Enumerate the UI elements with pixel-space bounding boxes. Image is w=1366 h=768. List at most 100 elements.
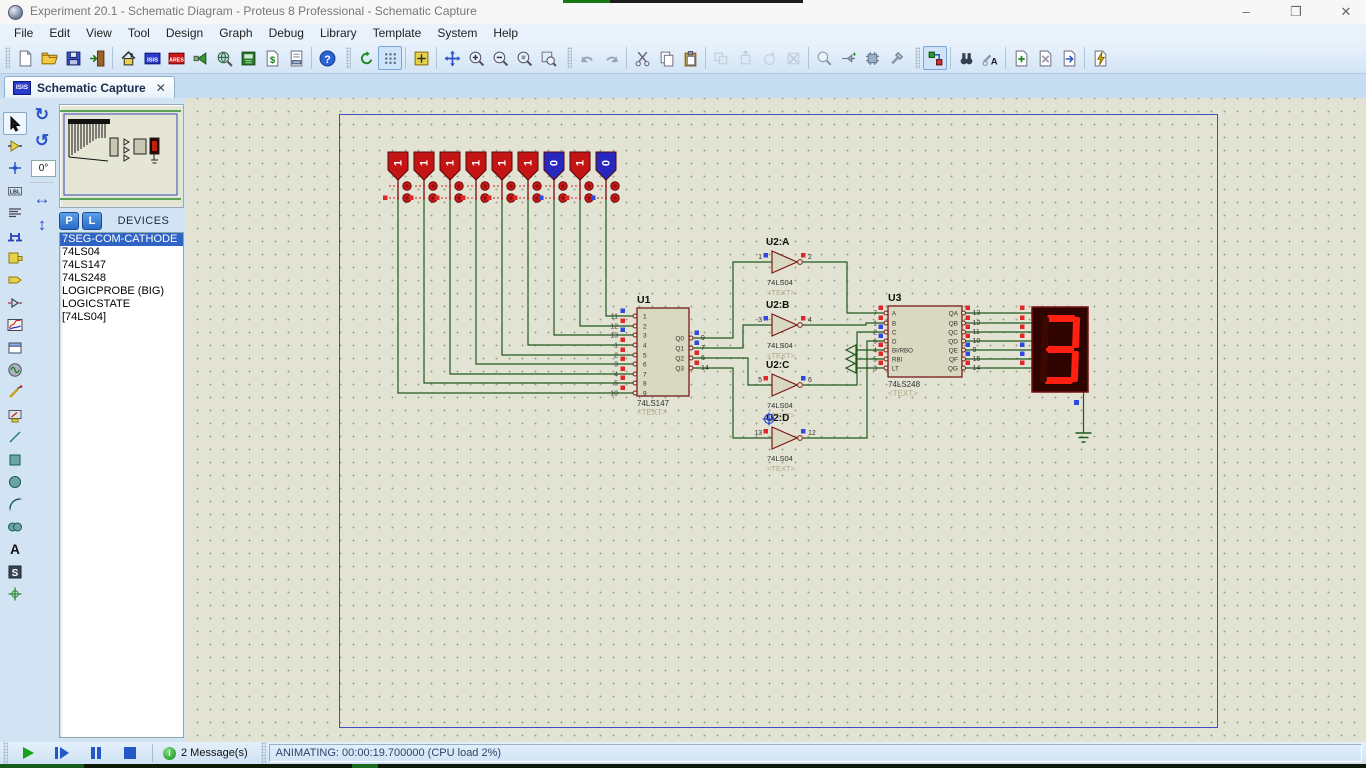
pause-button[interactable] (83, 744, 109, 762)
logic-state-7[interactable]: 0 (539, 152, 567, 202)
zoom-all-icon[interactable] (512, 46, 536, 70)
menu-debug[interactable]: Debug (261, 24, 312, 43)
device-item[interactable]: 74LS04 (60, 246, 183, 259)
property-assignment-icon[interactable]: A (978, 46, 1002, 70)
subcircuit-mode-icon[interactable] (3, 246, 27, 269)
popup-mode-icon[interactable] (3, 336, 27, 359)
paste-icon[interactable] (678, 46, 702, 70)
device-list[interactable]: 7SEG-COM-CATHODE74LS0474LS14774LS248LOGI… (59, 232, 184, 738)
pin-tool-icon[interactable]: + (836, 46, 860, 70)
arc-2d-icon[interactable] (3, 493, 27, 516)
step-button[interactable] (49, 744, 75, 762)
info-icon[interactable]: i (163, 747, 176, 760)
voltage-probe-mode-icon[interactable] (3, 381, 27, 404)
terminal-mode-icon[interactable] (3, 269, 27, 292)
pick-devices-button[interactable]: P (59, 212, 79, 230)
box-2d-icon[interactable] (3, 448, 27, 471)
device-item[interactable]: LOGICPROBE (BIG) (60, 285, 183, 298)
text-2d-icon[interactable]: A (3, 538, 27, 561)
path-2d-icon[interactable] (3, 515, 27, 538)
flip-horizontal-icon[interactable]: ↔ (31, 188, 53, 210)
new-file-icon[interactable] (13, 46, 37, 70)
logic-state-2[interactable]: 1 (409, 152, 437, 202)
block-move-icon[interactable] (733, 46, 757, 70)
minimize-button[interactable]: – (1226, 0, 1266, 24)
logic-state-5[interactable]: 1 (487, 152, 515, 202)
component-7seg-display[interactable] (1032, 307, 1092, 442)
play-button[interactable] (15, 744, 41, 762)
decompose-icon[interactable] (860, 46, 884, 70)
logic-state-4[interactable]: 1 (461, 152, 489, 202)
origin-icon[interactable] (409, 46, 433, 70)
symbol-2d-icon[interactable]: S (3, 560, 27, 583)
search-components-icon[interactable] (954, 46, 978, 70)
erc-icon[interactable] (1088, 46, 1112, 70)
undo-icon[interactable] (575, 46, 599, 70)
logic-state-6[interactable]: 1 (513, 152, 541, 202)
component-u2a[interactable]: U2:A74LS04<TEXT>12 (758, 237, 812, 297)
wire-logicstate-9[interactable] (606, 200, 633, 316)
component-u2c[interactable]: U2:C74LS04<TEXT>56 (758, 360, 812, 420)
menu-graph[interactable]: Graph (211, 24, 260, 43)
device-item[interactable]: 74LS147 (60, 259, 183, 272)
exit-sheet-icon[interactable] (1057, 46, 1081, 70)
block-rotate-icon[interactable] (757, 46, 781, 70)
circle-2d-icon[interactable] (3, 470, 27, 493)
remove-sheet-icon[interactable] (1033, 46, 1057, 70)
menu-system[interactable]: System (429, 24, 485, 43)
bus-mode-icon[interactable] (3, 224, 27, 247)
logic-state-8[interactable]: 1 (565, 152, 593, 202)
redraw-icon[interactable] (354, 46, 378, 70)
copy-icon[interactable] (654, 46, 678, 70)
wire[interactable] (606, 200, 633, 316)
wire[interactable] (554, 200, 633, 335)
pan-icon[interactable] (440, 46, 464, 70)
wire-inv1-u3[interactable] (803, 323, 884, 325)
save-file-icon[interactable] (61, 46, 85, 70)
component-u3[interactable]: U374LS248<TEXT>7A1B2C6D4BI/RBO5RBI3LTQA1… (846, 292, 1025, 398)
device-item[interactable]: [74LS04] (60, 311, 183, 324)
view-3d-icon[interactable] (188, 46, 212, 70)
zoom-in-icon[interactable] (464, 46, 488, 70)
tab-schematic-capture[interactable]: ISIS Schematic Capture ✕ (4, 76, 175, 98)
script-mode-icon[interactable] (3, 202, 27, 225)
gerber-view-icon[interactable] (212, 46, 236, 70)
goto-component-icon[interactable] (812, 46, 836, 70)
device-item[interactable]: 7SEG-COM-CATHODE (60, 233, 183, 246)
grid-toggle-icon[interactable] (378, 46, 402, 70)
selection-mode-icon[interactable] (3, 112, 27, 135)
menu-tool[interactable]: Tool (120, 24, 158, 43)
open-file-icon[interactable] (37, 46, 61, 70)
label-mode-icon[interactable]: LBL (3, 179, 27, 202)
block-delete-icon[interactable] (781, 46, 805, 70)
design-explorer-icon[interactable] (236, 46, 260, 70)
block-copy-icon[interactable] (709, 46, 733, 70)
schematic-overview-pane[interactable] (59, 104, 184, 208)
graph-mode-icon[interactable] (3, 314, 27, 337)
new-sheet-icon[interactable] (1009, 46, 1033, 70)
logic-state-1[interactable]: 1 (383, 152, 411, 202)
ares-icon[interactable]: ARES (164, 46, 188, 70)
wire-inv3-u3[interactable] (803, 341, 884, 438)
menu-design[interactable]: Design (158, 24, 211, 43)
junction-mode-icon[interactable] (3, 157, 27, 180)
schematic-drawing[interactable]: 111111010U174LS147<TEXT>1111221331425364… (186, 98, 1366, 742)
zoom-out-icon[interactable] (488, 46, 512, 70)
schematic-editor-canvas[interactable]: 111111010U174LS147<TEXT>1111221331425364… (186, 98, 1366, 742)
home-icon[interactable] (116, 46, 140, 70)
wire[interactable] (803, 323, 884, 325)
menu-help[interactable]: Help (485, 24, 526, 43)
wire-autoroute-icon[interactable] (923, 46, 947, 70)
wire-logicstate-7[interactable] (554, 200, 633, 335)
message-count[interactable]: 2 Message(s) (181, 747, 248, 759)
logic-state-3[interactable]: 1 (435, 152, 463, 202)
library-manager-button[interactable]: L (82, 212, 102, 230)
component-u2d[interactable]: U2:D74LS04<TEXT>1312 (754, 413, 816, 473)
component-mode-icon[interactable] (3, 134, 27, 157)
tab-close-icon[interactable]: ✕ (156, 81, 166, 95)
component-u2b[interactable]: U2:B74LS04<TEXT>34 (758, 300, 812, 360)
isis-icon[interactable]: ISIS (140, 46, 164, 70)
rotate-clockwise-icon[interactable]: ↻ (31, 104, 53, 126)
menu-library[interactable]: Library (312, 24, 365, 43)
restore-button[interactable]: ❐ (1276, 0, 1316, 24)
